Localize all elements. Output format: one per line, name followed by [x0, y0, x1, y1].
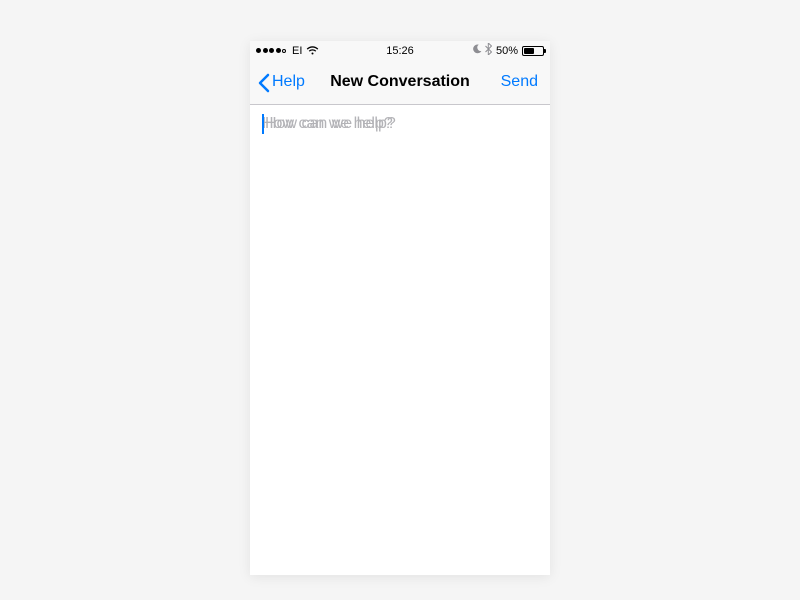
chevron-left-icon: [258, 73, 270, 91]
back-label: Help: [272, 73, 305, 91]
status-right: 50%: [472, 43, 544, 58]
status-bar: EI 15:26 50%: [250, 41, 550, 61]
message-input[interactable]: [262, 115, 538, 133]
battery-icon: [522, 46, 544, 56]
bluetooth-icon: [485, 43, 492, 58]
status-left: EI: [256, 45, 319, 57]
navigation-bar: Help New Conversation Send: [250, 61, 550, 105]
page-title: New Conversation: [330, 73, 470, 91]
battery-percentage: 50%: [496, 45, 518, 57]
compose-area: How can we help?: [250, 105, 550, 575]
back-button[interactable]: Help: [258, 73, 305, 91]
carrier-label: EI: [292, 45, 302, 57]
send-button[interactable]: Send: [501, 73, 542, 91]
do-not-disturb-icon: [472, 44, 482, 57]
phone-frame: EI 15:26 50%: [250, 41, 550, 575]
text-cursor: [262, 114, 264, 134]
status-time: 15:26: [386, 45, 414, 57]
wifi-icon: [306, 46, 319, 55]
signal-strength-icon: [256, 48, 286, 53]
